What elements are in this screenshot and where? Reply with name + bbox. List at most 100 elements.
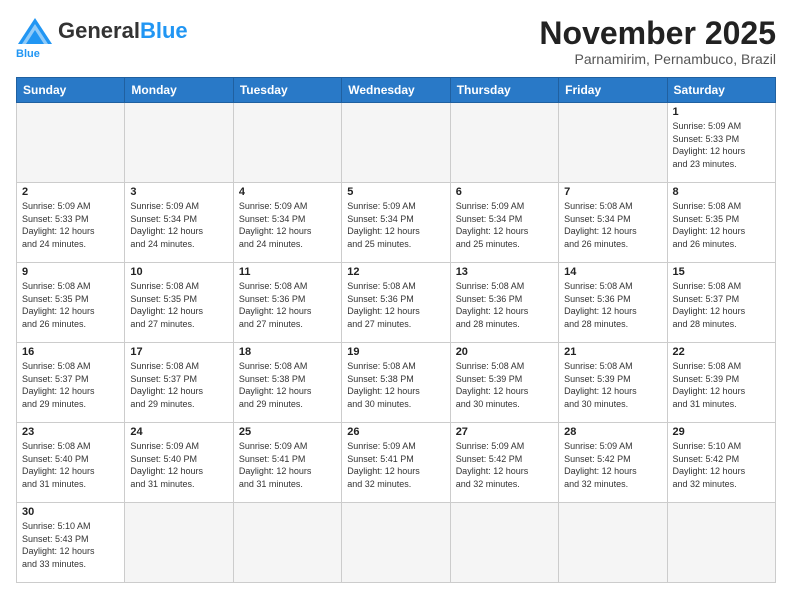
table-row: 22 Sunrise: 5:08 AM Sunset: 5:39 PM Dayli… (667, 343, 775, 423)
day-info: Sunrise: 5:09 AM Sunset: 5:34 PM Dayligh… (239, 200, 336, 250)
day-info: Sunrise: 5:10 AM Sunset: 5:43 PM Dayligh… (22, 520, 119, 570)
table-row: 30 Sunrise: 5:10 AM Sunset: 5:43 PM Dayli… (17, 503, 125, 583)
day-number: 20 (456, 346, 553, 358)
day-number: 23 (22, 426, 119, 438)
month-title: November 2025 (539, 16, 776, 51)
day-info: Sunrise: 5:08 AM Sunset: 5:36 PM Dayligh… (456, 280, 553, 330)
day-number: 3 (130, 186, 227, 198)
table-row: 27Sunrise: 5:09 AM Sunset: 5:42 PM Dayli… (450, 423, 558, 503)
table-row (559, 503, 667, 583)
day-number: 8 (673, 186, 770, 198)
day-info: Sunrise: 5:09 AM Sunset: 5:33 PM Dayligh… (673, 120, 770, 170)
weekday-header-row: Sunday Monday Tuesday Wednesday Thursday… (17, 78, 776, 103)
day-info: Sunrise: 5:09 AM Sunset: 5:42 PM Dayligh… (456, 440, 553, 490)
day-number: 22 (673, 346, 770, 358)
day-info: Sunrise: 5:09 AM Sunset: 5:34 PM Dayligh… (130, 200, 227, 250)
day-number: 9 (22, 266, 119, 278)
table-row: 28 Sunrise: 5:09 AM Sunset: 5:42 PM Dayli… (559, 423, 667, 503)
header-friday: Friday (559, 78, 667, 103)
day-number: 15 (673, 266, 770, 278)
day-info: Sunrise: 5:08 AM Sunset: 5:36 PM Dayligh… (239, 280, 336, 330)
day-info: Sunrise: 5:08 AM Sunset: 5:39 PM Dayligh… (456, 360, 553, 410)
table-row: 18 Sunrise: 5:08 AM Sunset: 5:38 PM Dayli… (233, 343, 341, 423)
table-row: 6Sunrise: 5:09 AM Sunset: 5:34 PM Daylig… (450, 183, 558, 263)
table-row: 12Sunrise: 5:08 AM Sunset: 5:36 PM Dayli… (342, 263, 450, 343)
day-info: Sunrise: 5:09 AM Sunset: 5:41 PM Dayligh… (239, 440, 336, 490)
day-number: 17 (130, 346, 227, 358)
table-row: 2 Sunrise: 5:09 AM Sunset: 5:33 PM Daylig… (17, 183, 125, 263)
table-row: 4 Sunrise: 5:09 AM Sunset: 5:34 PM Daylig… (233, 183, 341, 263)
day-info: Sunrise: 5:08 AM Sunset: 5:39 PM Dayligh… (564, 360, 661, 410)
day-number: 21 (564, 346, 661, 358)
day-info: Sunrise: 5:09 AM Sunset: 5:34 PM Dayligh… (347, 200, 444, 250)
day-info: Sunrise: 5:08 AM Sunset: 5:38 PM Dayligh… (239, 360, 336, 410)
calendar-week-row: 9 Sunrise: 5:08 AM Sunset: 5:35 PM Daylig… (17, 263, 776, 343)
day-number: 18 (239, 346, 336, 358)
calendar-week-row: 1Sunrise: 5:09 AM Sunset: 5:33 PM Daylig… (17, 103, 776, 183)
table-row: 25 Sunrise: 5:09 AM Sunset: 5:41 PM Dayli… (233, 423, 341, 503)
table-row: 9Sunrise: 5:08 AM Sunset: 5:35 PM Daylig… (17, 263, 125, 343)
day-number: 19 (347, 346, 444, 358)
day-info: Sunrise: 5:08 AM Sunset: 5:37 PM Dayligh… (130, 360, 227, 410)
day-info: Sunrise: 5:08 AM Sunset: 5:35 PM Dayligh… (130, 280, 227, 330)
table-row (233, 103, 341, 183)
day-info: Sunrise: 5:09 AM Sunset: 5:42 PM Dayligh… (564, 440, 661, 490)
title-area: November 2025 Parnamirim, Pernambuco, Br… (539, 16, 776, 67)
table-row: 16 Sunrise: 5:08 AM Sunset: 5:37 PM Dayli… (17, 343, 125, 423)
table-row: 26 Sunrise: 5:09 AM Sunset: 5:41 PM Dayli… (342, 423, 450, 503)
day-number: 10 (130, 266, 227, 278)
header-wednesday: Wednesday (342, 78, 450, 103)
day-info: Sunrise: 5:09 AM Sunset: 5:41 PM Dayligh… (347, 440, 444, 490)
day-number: 2 (22, 186, 119, 198)
header-tuesday: Tuesday (233, 78, 341, 103)
table-row (17, 103, 125, 183)
day-number: 30 (22, 506, 119, 518)
day-number: 11 (239, 266, 336, 278)
day-info: Sunrise: 5:08 AM Sunset: 5:34 PM Dayligh… (564, 200, 661, 250)
day-number: 28 (564, 426, 661, 438)
day-number: 16 (22, 346, 119, 358)
logo-text: GeneralBlue (58, 20, 188, 42)
table-row: 5 Sunrise: 5:09 AM Sunset: 5:34 PM Daylig… (342, 183, 450, 263)
day-info: Sunrise: 5:09 AM Sunset: 5:40 PM Dayligh… (130, 440, 227, 490)
day-info: Sunrise: 5:08 AM Sunset: 5:38 PM Dayligh… (347, 360, 444, 410)
table-row (559, 103, 667, 183)
day-number: 13 (456, 266, 553, 278)
day-number: 25 (239, 426, 336, 438)
day-info: Sunrise: 5:08 AM Sunset: 5:35 PM Dayligh… (673, 200, 770, 250)
calendar-week-row: 16 Sunrise: 5:08 AM Sunset: 5:37 PM Dayli… (17, 343, 776, 423)
logo-icon (16, 16, 54, 46)
day-info: Sunrise: 5:08 AM Sunset: 5:36 PM Dayligh… (347, 280, 444, 330)
day-info: Sunrise: 5:08 AM Sunset: 5:39 PM Dayligh… (673, 360, 770, 410)
table-row (450, 503, 558, 583)
table-row: 8 Sunrise: 5:08 AM Sunset: 5:35 PM Daylig… (667, 183, 775, 263)
day-number: 5 (347, 186, 444, 198)
day-number: 4 (239, 186, 336, 198)
table-row (342, 103, 450, 183)
day-number: 26 (347, 426, 444, 438)
logo-tagline: Blue (16, 48, 40, 60)
calendar-table: Sunday Monday Tuesday Wednesday Thursday… (16, 77, 776, 583)
table-row: 21 Sunrise: 5:08 AM Sunset: 5:39 PM Dayli… (559, 343, 667, 423)
table-row: 1Sunrise: 5:09 AM Sunset: 5:33 PM Daylig… (667, 103, 775, 183)
table-row: 17 Sunrise: 5:08 AM Sunset: 5:37 PM Dayli… (125, 343, 233, 423)
day-number: 29 (673, 426, 770, 438)
table-row: 15Sunrise: 5:08 AM Sunset: 5:37 PM Dayli… (667, 263, 775, 343)
logo-blue: Blue (140, 18, 188, 43)
day-info: Sunrise: 5:08 AM Sunset: 5:37 PM Dayligh… (22, 360, 119, 410)
header-saturday: Saturday (667, 78, 775, 103)
header-thursday: Thursday (450, 78, 558, 103)
table-row: 14 Sunrise: 5:08 AM Sunset: 5:36 PM Dayli… (559, 263, 667, 343)
table-row (450, 103, 558, 183)
day-info: Sunrise: 5:09 AM Sunset: 5:33 PM Dayligh… (22, 200, 119, 250)
day-info: Sunrise: 5:08 AM Sunset: 5:36 PM Dayligh… (564, 280, 661, 330)
table-row: 19 Sunrise: 5:08 AM Sunset: 5:38 PM Dayli… (342, 343, 450, 423)
table-row: 20 Sunrise: 5:08 AM Sunset: 5:39 PM Dayli… (450, 343, 558, 423)
table-row (233, 503, 341, 583)
calendar-week-row: 2 Sunrise: 5:09 AM Sunset: 5:33 PM Daylig… (17, 183, 776, 263)
day-number: 6 (456, 186, 553, 198)
header-sunday: Sunday (17, 78, 125, 103)
day-number: 14 (564, 266, 661, 278)
table-row: 7 Sunrise: 5:08 AM Sunset: 5:34 PM Daylig… (559, 183, 667, 263)
day-number: 7 (564, 186, 661, 198)
